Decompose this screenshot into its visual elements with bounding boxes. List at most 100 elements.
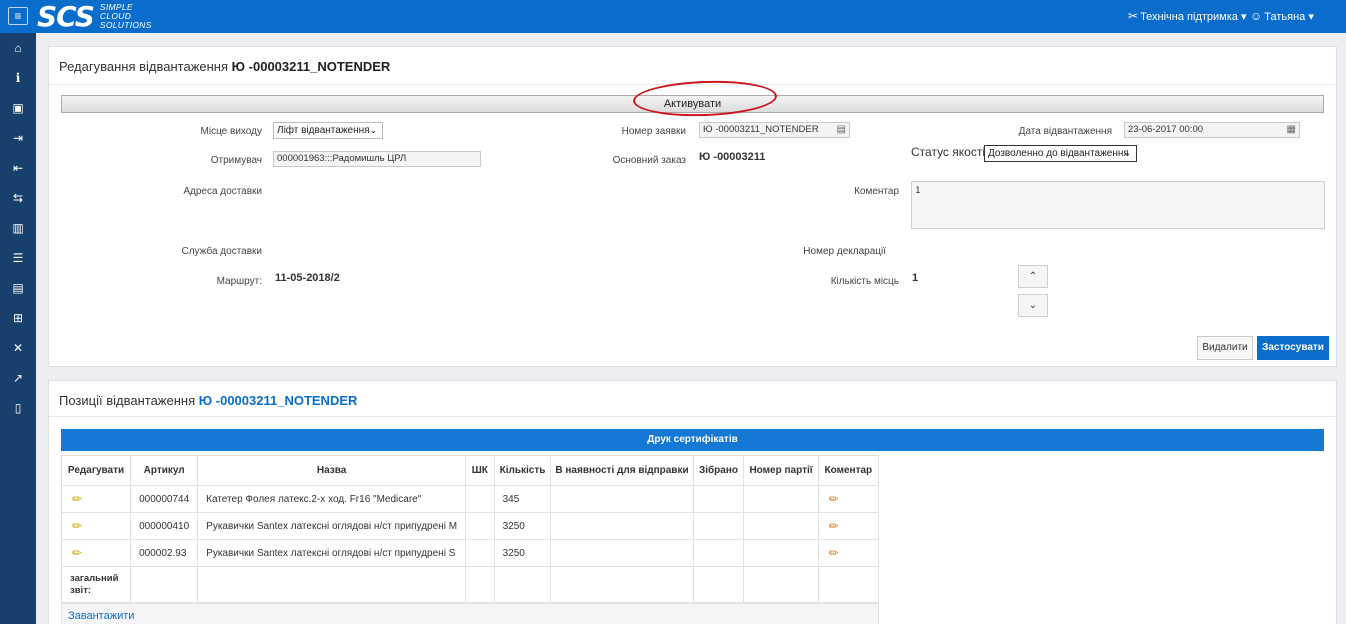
login-icon[interactable]: ⇥ xyxy=(0,130,36,146)
download-link[interactable]: Завантажити xyxy=(68,610,134,622)
column-header[interactable]: Кількість xyxy=(493,455,552,486)
column-header[interactable]: ШК xyxy=(465,455,495,486)
list-icon[interactable]: ☰ xyxy=(0,250,36,266)
table-row: ✏ 000000744 Катетер Фолея латекс.2-х ход… xyxy=(60,485,880,513)
box-icon[interactable]: ▣ xyxy=(0,100,36,116)
info-icon[interactable]: i xyxy=(0,70,36,86)
top-bar: ≡ SCS SIMPLE CLOUD SOLUTIONS ✂ Технічна п… xyxy=(0,0,1346,33)
comment-label: Коментар xyxy=(854,186,899,197)
recipient-field[interactable]: 000001963:::Радомишль ЦРЛ xyxy=(273,151,481,167)
batch-cell xyxy=(743,485,819,513)
print-certificates-button[interactable]: Друк сертифікатів xyxy=(61,429,1324,451)
column-header[interactable]: В наявності для відправки xyxy=(550,455,694,486)
column-header[interactable]: Номер партії xyxy=(743,455,819,486)
caret-down-icon: ▾ xyxy=(1240,11,1247,23)
shipment-items-panel: Позиції відвантаження Ю -00003211_NOTEND… xyxy=(48,380,1337,624)
support-menu[interactable]: ✂ Технічна підтримка ▾ xyxy=(1128,9,1247,23)
shipping-icon[interactable]: ⇆ xyxy=(0,190,36,206)
calendar-icon: ▦ xyxy=(1286,124,1296,135)
delivery-address-label: Адреса доставки xyxy=(183,186,262,197)
tools-icon[interactable]: ✕ xyxy=(0,340,36,356)
collected-cell xyxy=(692,539,745,567)
recipient-label: Отримувач xyxy=(210,155,262,166)
pencil-icon[interactable]: ✏ xyxy=(829,492,839,506)
logout-icon[interactable]: ⇤ xyxy=(0,160,36,176)
name-cell: Рукавички Santex латексні оглядові н/ст … xyxy=(197,539,467,567)
pencil-icon[interactable]: ✏ xyxy=(72,546,82,560)
chevron-down-icon: ⌄ xyxy=(1028,300,1038,311)
caret-down-icon: ▾ xyxy=(1308,11,1314,23)
barcode-cell xyxy=(465,485,495,513)
edit-shipment-panel: Редагування відвантаження Ю -00003211_NO… xyxy=(48,46,1337,367)
route-value: 11-05-2018/2 xyxy=(275,272,340,284)
logo-text: SIMPLE CLOUD SOLUTIONS xyxy=(99,2,152,30)
collected-cell xyxy=(692,485,745,513)
total-label: загальний звіт: xyxy=(70,572,119,596)
comment-cell[interactable]: ✏ xyxy=(817,485,880,513)
report-icon[interactable]: ↗ xyxy=(0,370,36,386)
ship-date-label: Дата відвантаження xyxy=(1018,126,1112,137)
places-value: 1 xyxy=(912,272,919,284)
logo: SCS SIMPLE CLOUD SOLUTIONS xyxy=(37,0,152,33)
apply-button[interactable]: Застосувати xyxy=(1257,336,1329,360)
quality-status-label: Статус якості - xyxy=(911,145,993,159)
comment-cell[interactable]: ✏ xyxy=(817,539,880,567)
request-number-field[interactable]: Ю -00003211_NOTENDER ▤ xyxy=(699,122,850,138)
route-label: Маршрут: xyxy=(216,276,262,287)
pencil-icon[interactable]: ✏ xyxy=(72,492,82,506)
article-cell: 000000744 xyxy=(130,485,199,513)
pencil-icon[interactable]: ✏ xyxy=(829,546,839,560)
available-cell xyxy=(550,512,694,540)
pencil-icon[interactable]: ✏ xyxy=(72,519,82,533)
qty-cell: 3250 xyxy=(493,539,552,567)
table-header-row: Редагувати Артикул Назва ШК Кількість В … xyxy=(60,455,880,486)
edit-cell[interactable]: ✏ xyxy=(60,485,132,513)
request-number-label: Номер заявки xyxy=(621,126,686,137)
main-order-label: Основний заказ xyxy=(612,155,686,166)
logo-mark: SCS xyxy=(37,0,95,33)
qty-cell: 3250 xyxy=(493,512,552,540)
comment-cell[interactable]: ✏ xyxy=(817,512,880,540)
column-header[interactable]: Назва xyxy=(197,455,467,486)
page-title: Редагування відвантаження Ю -00003211_NO… xyxy=(59,59,391,74)
pencil-icon[interactable]: ✏ xyxy=(829,519,839,533)
column-header[interactable]: Артикул xyxy=(130,455,199,486)
panel-header: Позиції відвантаження Ю -00003211_NOTEND… xyxy=(49,381,1336,417)
exit-place-select[interactable]: Ліфт відвантаження ⌄ xyxy=(273,122,383,139)
main-order-value: Ю -00003211 xyxy=(699,151,766,163)
edit-cell[interactable]: ✏ xyxy=(60,512,132,540)
increase-places-button[interactable]: ⌃ xyxy=(1018,265,1048,288)
ship-date-field[interactable]: 23-06-2017 00:00 ▦ xyxy=(1124,122,1300,138)
batch-cell xyxy=(743,539,819,567)
warehouse-icon[interactable]: ⊞ xyxy=(0,310,36,326)
column-header[interactable]: Редагувати xyxy=(60,455,132,486)
mobile-icon[interactable]: ▯ xyxy=(0,400,36,416)
available-cell xyxy=(550,485,694,513)
column-header[interactable]: Коментар xyxy=(817,455,880,486)
barcode-cell xyxy=(465,539,495,567)
user-icon: ☺ xyxy=(1250,9,1263,23)
chart-icon[interactable]: ▥ xyxy=(0,220,36,236)
article-cell: 000000410 xyxy=(130,512,199,540)
total-label-cell: загальний звіт: xyxy=(60,566,132,603)
quality-status-select[interactable]: Дозволенно до відвантаження ⌄ xyxy=(984,145,1137,162)
archive-icon[interactable]: ▤ xyxy=(0,280,36,296)
chevron-up-icon: ⌃ xyxy=(1028,271,1038,282)
chevron-down-icon: ⌄ xyxy=(1123,148,1131,158)
collected-cell xyxy=(692,512,745,540)
decrease-places-button[interactable]: ⌄ xyxy=(1018,294,1048,317)
comment-textarea[interactable]: 1 xyxy=(911,181,1325,229)
home-icon[interactable]: ⌂ xyxy=(0,40,36,56)
name-cell: Катетер Фолея латекс.2-х ход. Fr16 "Medi… xyxy=(197,485,467,513)
exit-place-label: Місце виходу xyxy=(200,126,262,137)
edit-cell[interactable]: ✏ xyxy=(60,539,132,567)
delivery-service-label: Служба доставки xyxy=(181,246,262,257)
hamburger-icon[interactable]: ≡ xyxy=(8,7,28,25)
sidebar: ⌂ i ▣ ⇥ ⇤ ⇆ ▥ ☰ ▤ ⊞ ✕ ↗ ▯ xyxy=(0,33,36,624)
user-menu[interactable]: ☺ Татьяна ▾ xyxy=(1250,9,1314,23)
column-header[interactable]: Зібрано xyxy=(692,455,745,486)
batch-cell xyxy=(743,512,819,540)
delete-button[interactable]: Видалити xyxy=(1197,336,1253,360)
chevron-down-icon: ⌄ xyxy=(369,125,377,135)
name-cell: Рукавички Santex латексні оглядові н/ст … xyxy=(197,512,467,540)
